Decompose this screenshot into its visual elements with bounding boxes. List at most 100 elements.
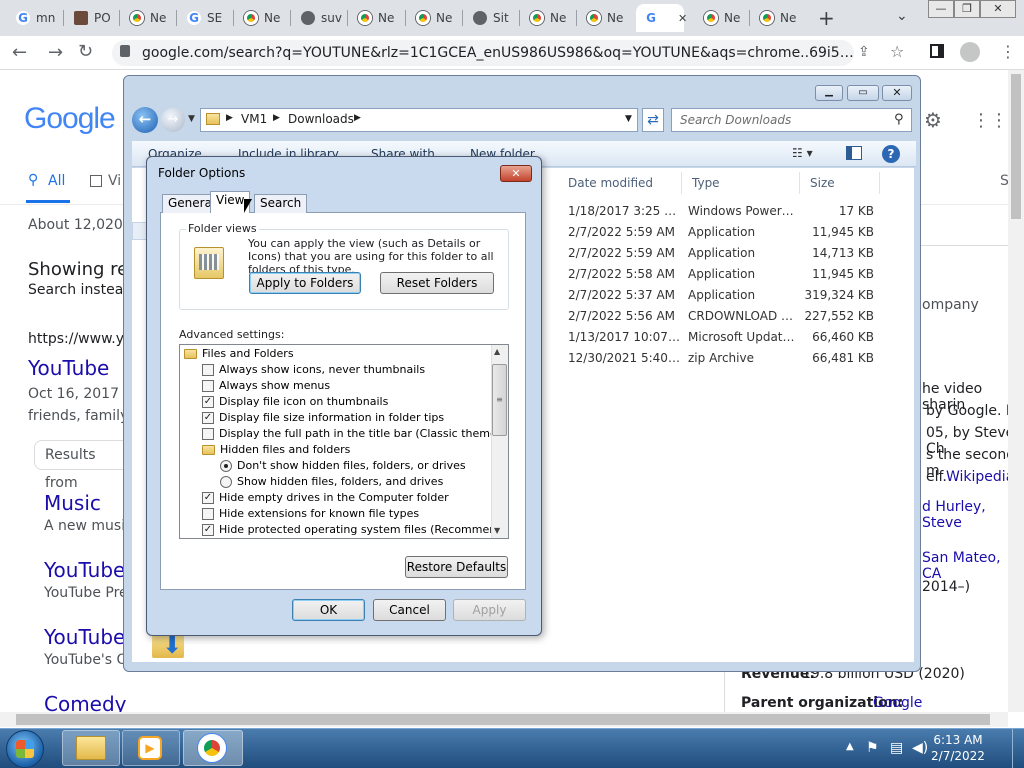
checkbox[interactable] xyxy=(202,508,214,520)
radio-button[interactable] xyxy=(220,460,232,472)
scroll-up-icon[interactable]: ▲ xyxy=(494,347,500,356)
checkbox[interactable]: ✓ xyxy=(202,524,214,536)
explorer-forward-icon[interactable]: → xyxy=(161,108,185,132)
browser-tab[interactable]: PO xyxy=(66,4,122,32)
sitelink-youtube-originals[interactable]: YouTube xyxy=(44,625,125,649)
apps-grid-icon[interactable]: ⋮⋮ xyxy=(972,110,1008,131)
dialog-close-button[interactable]: ✕ xyxy=(500,165,532,182)
sitelink-youtube-premium[interactable]: YouTube xyxy=(44,558,125,582)
show-hidden-icons[interactable]: ▲ xyxy=(846,741,854,752)
preview-pane-icon[interactable] xyxy=(846,146,862,160)
browser-tab[interactable]: Ne xyxy=(696,4,752,32)
file-row[interactable]: 2/7/2022 5:56 AM CRDOWNLOAD File 227,552 K… xyxy=(558,306,912,327)
advanced-setting-item[interactable]: Always show menus xyxy=(180,378,508,394)
advanced-setting-item[interactable]: Hide extensions for known file types xyxy=(180,506,508,522)
browser-tab[interactable]: Ne xyxy=(122,4,178,32)
checkbox[interactable] xyxy=(202,364,214,376)
advanced-setting-item[interactable]: Show hidden files, folders, and drives xyxy=(180,474,508,490)
forward-icon[interactable]: → xyxy=(48,42,63,63)
explorer-close-button[interactable]: ✕ xyxy=(882,85,912,101)
apply-to-folders-button[interactable]: Apply to Folders xyxy=(249,272,361,294)
checkbox[interactable]: ✓ xyxy=(202,396,214,408)
browser-tab[interactable]: Ne xyxy=(522,4,578,32)
address-bar[interactable]: google.com/search?q=YOUTUNE&rlz=1C1GCEA_… xyxy=(112,40,854,66)
column-date-modified[interactable]: Date modified xyxy=(558,172,682,194)
browser-tab[interactable]: Ne xyxy=(408,4,464,32)
reset-folders-button[interactable]: Reset Folders xyxy=(380,272,494,294)
column-size[interactable]: Size xyxy=(800,172,880,194)
checkbox[interactable] xyxy=(202,380,214,392)
ok-button[interactable]: OK xyxy=(292,599,365,621)
file-row[interactable]: 12/30/2021 5:40 PM zip Archive 66,481 KB xyxy=(558,348,912,369)
file-row[interactable]: 2/7/2022 5:58 AM Application 11,945 KB xyxy=(558,264,912,285)
scroll-down-icon[interactable]: ▼ xyxy=(494,526,500,535)
kp-wikipedia-link[interactable]: Wikipedia xyxy=(946,469,1014,485)
file-row[interactable]: 2/7/2022 5:59 AM Application 14,713 KB xyxy=(558,243,912,264)
file-row[interactable]: 2/7/2022 5:37 AM Application 319,324 KB xyxy=(558,285,912,306)
breadcrumb-sep-2[interactable]: ▶ xyxy=(273,113,280,123)
result-url[interactable]: https://www.yo xyxy=(28,331,133,347)
checkbox[interactable]: ✓ xyxy=(202,492,214,504)
breadcrumb-sep-3[interactable]: ▶ xyxy=(354,113,361,123)
minimize-button[interactable]: — xyxy=(928,0,954,18)
advanced-setting-item[interactable]: ✓ Hide empty drives in the Computer folde… xyxy=(180,490,508,506)
tab-list-button[interactable]: ⌄ xyxy=(896,8,908,24)
recent-pages-dropdown-icon[interactable]: ▼ xyxy=(188,114,195,124)
google-logo[interactable]: Google xyxy=(24,102,116,136)
action-center-flag-icon[interactable]: ⚑ xyxy=(866,740,879,756)
kp-parent-link[interactable]: Google xyxy=(873,695,922,711)
page-scroll-thumb[interactable] xyxy=(1011,74,1021,219)
search-instead[interactable]: Search instead xyxy=(28,282,132,298)
advanced-setting-item[interactable]: ✓ Hide protected operating system files (… xyxy=(180,522,508,538)
advanced-setting-item[interactable]: Don't show hidden files, folders, or dri… xyxy=(180,458,508,474)
radio-button[interactable] xyxy=(220,476,232,488)
browser-tab[interactable]: Gmn xyxy=(8,4,64,32)
tab-search[interactable]: Search xyxy=(254,194,308,213)
browser-tab[interactable]: G ✕ xyxy=(636,4,687,32)
help-icon[interactable]: ? xyxy=(882,145,900,163)
view-options-icon[interactable]: ☷ ▾ xyxy=(792,146,813,160)
browser-tab[interactable]: Ne xyxy=(236,4,292,32)
results-from-chip[interactable]: Results from xyxy=(34,440,134,491)
explorer-search-input[interactable]: Search Downloads xyxy=(671,108,912,132)
restore-defaults-button[interactable]: Restore Defaults xyxy=(405,556,508,578)
taskbar-clock[interactable]: 6:13 AM 2/7/2022 xyxy=(928,732,988,764)
close-tab-icon[interactable]: ✕ xyxy=(678,12,687,25)
checkbox[interactable]: ✓ xyxy=(202,412,214,424)
sitelink-music[interactable]: Music xyxy=(44,491,101,515)
restore-button[interactable]: ❐ xyxy=(954,0,980,18)
search-tab-videos[interactable]: Vi xyxy=(108,173,121,189)
browser-tab[interactable]: Ne xyxy=(752,4,808,32)
search-tab-all[interactable]: All xyxy=(48,173,65,189)
breadcrumb-downloads[interactable]: Downloads xyxy=(288,112,354,126)
explorer-maximize-button[interactable]: ▭ xyxy=(847,85,879,101)
file-row[interactable]: 1/13/2017 10:07 AM Microsoft Update ... 66… xyxy=(558,327,912,348)
explorer-minimize-button[interactable]: ▁ xyxy=(815,85,843,101)
file-row[interactable]: 1/18/2017 3:25 PM Windows PowerS... 17 KB xyxy=(558,201,912,222)
share-icon[interactable]: ⇪ xyxy=(858,44,870,60)
explorer-back-icon[interactable]: ← xyxy=(132,107,158,133)
advanced-setting-item[interactable]: ✓ Display file icon on thumbnails xyxy=(180,394,508,410)
browser-tab[interactable]: Sit xyxy=(465,4,521,32)
explorer-search-icon[interactable]: ⚲ xyxy=(894,112,904,127)
breadcrumb-sep-1[interactable]: ▶ xyxy=(226,113,233,123)
volume-icon[interactable]: ◀) xyxy=(912,740,928,756)
back-icon[interactable]: ← xyxy=(12,42,27,63)
advanced-setting-item[interactable]: Always show icons, never thumbnails xyxy=(180,362,508,378)
new-tab-button[interactable]: + xyxy=(818,6,835,30)
advanced-setting-item[interactable]: ✓ Display file size information in folder… xyxy=(180,410,508,426)
menu-icon[interactable]: ⋮ xyxy=(1000,42,1016,61)
advanced-settings-list[interactable]: Files and Folders Always show icons, neve… xyxy=(179,344,509,539)
reload-icon[interactable]: ↻ xyxy=(78,41,93,62)
browser-tab[interactable]: Ne xyxy=(350,4,406,32)
result-title-youtube[interactable]: YouTube xyxy=(28,356,109,380)
advanced-setting-item[interactable]: Display the full path in the title bar (… xyxy=(180,426,508,442)
browser-tab[interactable]: G SE xyxy=(179,4,235,32)
hscroll-thumb[interactable] xyxy=(16,714,990,725)
checkbox[interactable] xyxy=(202,428,214,440)
breadcrumb-vm1[interactable]: VM1 xyxy=(241,112,267,126)
advanced-setting-item[interactable]: Hidden files and folders xyxy=(180,442,508,458)
scroll-thumb[interactable]: ≡ xyxy=(492,364,507,436)
side-panel-icon[interactable] xyxy=(930,44,944,58)
profile-icon[interactable] xyxy=(960,42,980,62)
